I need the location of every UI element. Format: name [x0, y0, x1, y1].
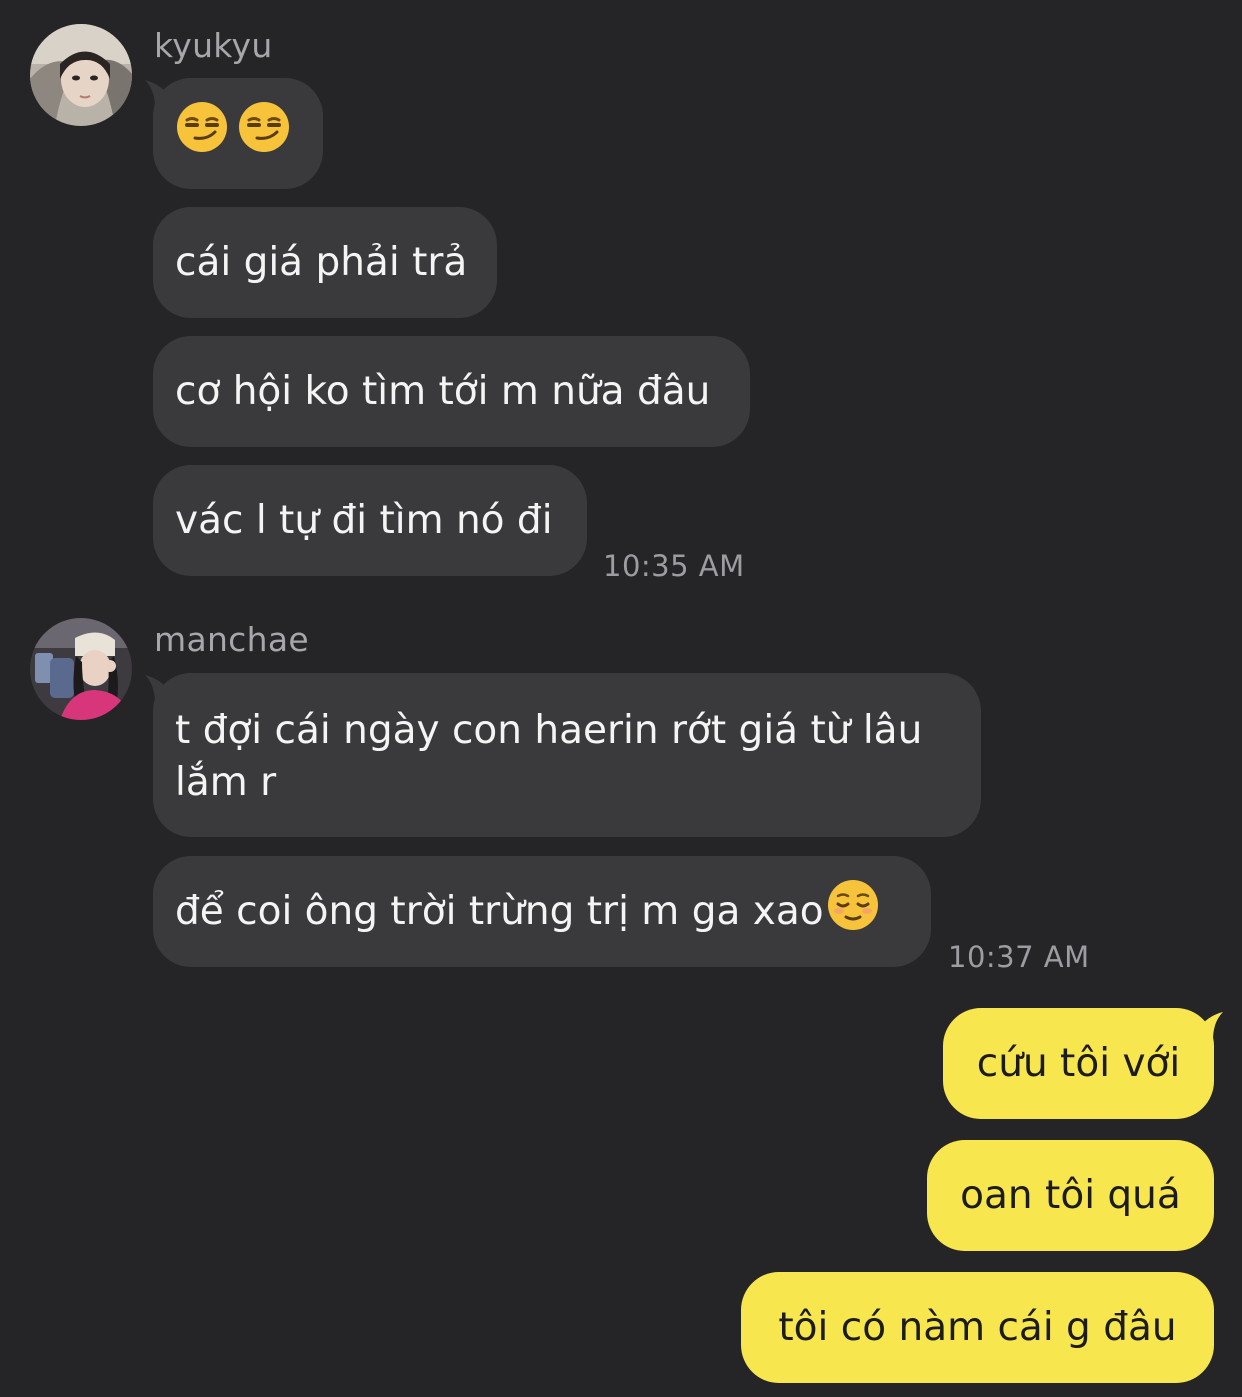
kyukyu-avatar[interactable] [30, 24, 132, 126]
message-bubble[interactable]: vác l tự đi tìm nó đi [153, 465, 587, 576]
message-timestamp: 10:35 AM [603, 549, 745, 583]
outgoing-message-bubble[interactable]: oan tôi quá [927, 1140, 1214, 1251]
smirking-face-icon [237, 100, 291, 168]
message-text: cơ hội ko tìm tới m nữa đâu [175, 368, 711, 414]
message-timestamp: 10:37 AM [948, 940, 1090, 974]
sender-name-kyukyu: kyukyu [154, 26, 273, 65]
message-text: cứu tôi với [976, 1040, 1181, 1086]
relieved-face-icon [826, 878, 880, 946]
manchae-avatar-photo-icon [30, 618, 132, 720]
message-bubble[interactable]: để coi ông trời trừng trị m ga xao [153, 856, 931, 967]
message-text: vác l tự đi tìm nó đi [175, 497, 553, 543]
message-bubble[interactable]: cơ hội ko tìm tới m nữa đâu [153, 336, 750, 447]
message-text: cái giá phải trả [175, 239, 468, 285]
message-text: oan tôi quá [960, 1172, 1181, 1218]
kyukyu-avatar-photo-icon [30, 24, 132, 126]
message-bubble[interactable]: t đợi cái ngày con haerin rớt giá từ lâu… [153, 673, 981, 837]
message-bubble[interactable]: cái giá phải trả [153, 207, 497, 318]
sender-name-manchae: manchae [154, 620, 309, 659]
message-text: tôi có nàm cái g đâu [778, 1304, 1177, 1350]
smirking-face-icon [175, 100, 229, 168]
outgoing-message-bubble[interactable]: tôi có nàm cái g đâu [741, 1272, 1214, 1383]
message-bubble[interactable] [153, 78, 323, 189]
manchae-avatar[interactable] [30, 618, 132, 720]
message-text: t đợi cái ngày con haerin rớt giá từ lâu… [175, 708, 923, 805]
message-text: để coi ông trời trừng trị m ga xao [175, 888, 824, 934]
outgoing-message-bubble[interactable]: cứu tôi với [943, 1008, 1214, 1119]
